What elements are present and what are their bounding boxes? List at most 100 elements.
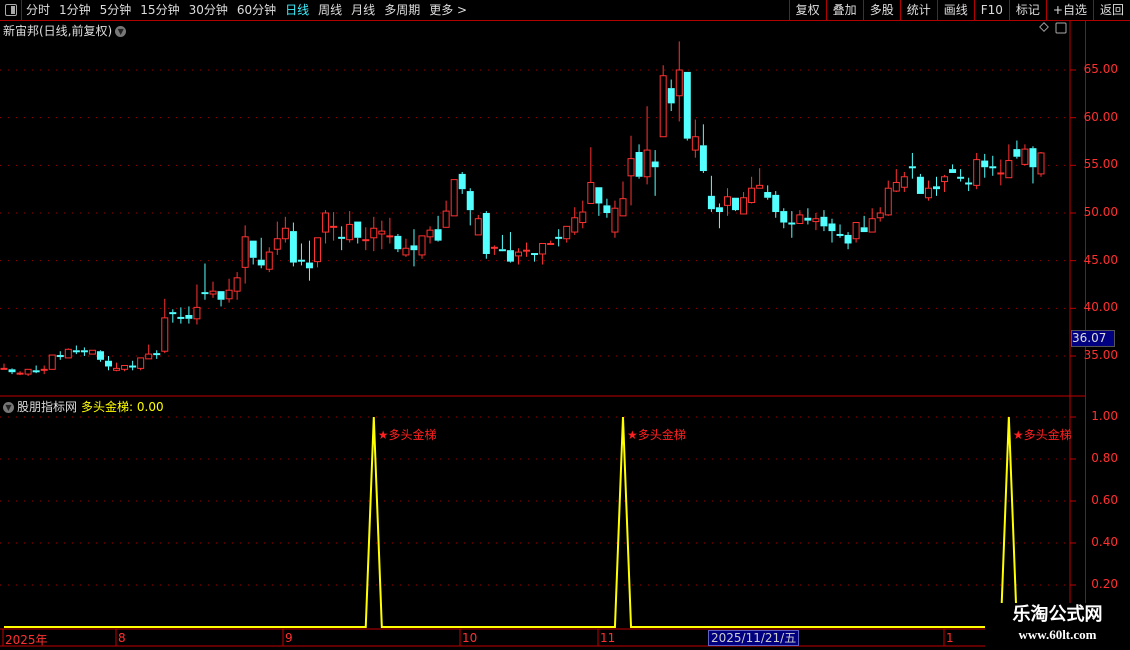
watermark-title: 乐淘公式网 bbox=[1012, 604, 1103, 625]
candle-up bbox=[579, 211, 587, 224]
candle-down bbox=[981, 160, 989, 168]
candle-up bbox=[884, 187, 892, 216]
candle-down bbox=[908, 166, 916, 169]
candle-up bbox=[675, 69, 683, 97]
candle-down bbox=[957, 176, 965, 179]
indicator-tick-label: 0.40 bbox=[1091, 535, 1118, 549]
candle-up bbox=[241, 236, 249, 268]
candle-down bbox=[989, 166, 997, 169]
candle-up bbox=[812, 218, 820, 223]
price-tick-label: 35.00 bbox=[1083, 347, 1118, 362]
candle-up bbox=[370, 227, 378, 239]
candle-up bbox=[233, 277, 241, 292]
indicator-tick-label: 0.20 bbox=[1091, 577, 1118, 591]
date-label: 10 bbox=[462, 631, 478, 645]
date-label: 2025年 bbox=[5, 633, 48, 647]
candle-down bbox=[434, 229, 442, 241]
indicator-tick-label: 0.60 bbox=[1091, 493, 1118, 507]
candle-down bbox=[780, 211, 788, 223]
candle-up bbox=[643, 149, 651, 178]
candle-down bbox=[715, 207, 723, 213]
price-tick-label: 60.00 bbox=[1083, 109, 1118, 124]
candle-up bbox=[273, 238, 281, 250]
candle-up bbox=[450, 179, 458, 217]
candle-down bbox=[707, 195, 715, 210]
candle-up bbox=[691, 136, 699, 151]
candle-down bbox=[8, 369, 16, 373]
candle-down bbox=[860, 227, 868, 233]
candle-up bbox=[1021, 148, 1029, 165]
candle-up bbox=[796, 214, 804, 224]
candle-up bbox=[659, 75, 667, 138]
candle-down bbox=[257, 259, 265, 266]
candle-down bbox=[836, 233, 844, 236]
candle-down bbox=[683, 71, 691, 139]
candle-up bbox=[386, 235, 394, 238]
candle-up bbox=[723, 196, 731, 206]
candle-down bbox=[96, 351, 104, 360]
indicator-source: 股朋指标网 bbox=[17, 400, 78, 414]
candle-up bbox=[587, 181, 595, 204]
candle-up bbox=[474, 218, 482, 236]
candle-down bbox=[498, 249, 506, 252]
candle-up bbox=[330, 225, 338, 228]
candle-down bbox=[699, 145, 707, 172]
candle-up bbox=[113, 367, 121, 371]
price-tick-label: 55.00 bbox=[1083, 157, 1118, 172]
candle-up bbox=[442, 210, 450, 228]
candle-up bbox=[539, 243, 547, 255]
candle-up bbox=[627, 158, 635, 177]
candle-down bbox=[466, 191, 474, 211]
candle-up bbox=[322, 212, 330, 233]
date-label: 11 bbox=[600, 631, 616, 645]
candle-up bbox=[756, 184, 764, 189]
date-label: 8 bbox=[118, 631, 126, 645]
candle-up bbox=[852, 222, 860, 240]
candle-up bbox=[40, 368, 48, 371]
candle-down bbox=[458, 173, 466, 190]
candle-down bbox=[820, 216, 828, 227]
candle-up bbox=[563, 225, 571, 240]
candle-down bbox=[667, 88, 675, 104]
indicator-title: ▼ 股朋指标网 多头金梯: 0.00 bbox=[3, 398, 164, 415]
chevron-down-icon[interactable]: ▼ bbox=[3, 402, 14, 413]
indicator-line bbox=[4, 416, 1041, 628]
candle-down bbox=[217, 291, 225, 300]
candle-up bbox=[490, 246, 498, 249]
candle-down bbox=[410, 245, 418, 251]
candle-up bbox=[924, 187, 932, 199]
candle-up bbox=[571, 217, 579, 233]
candle-up bbox=[362, 239, 370, 242]
candle-down bbox=[732, 197, 740, 211]
candle-up bbox=[88, 349, 96, 355]
signal-label: ★多头金梯 bbox=[1012, 428, 1072, 442]
indicator-tick-label: 0.80 bbox=[1091, 451, 1118, 465]
candle-up bbox=[265, 251, 273, 270]
candle-up bbox=[225, 289, 233, 300]
candle-down bbox=[651, 161, 659, 168]
candle-up bbox=[973, 159, 981, 186]
candle-up bbox=[740, 197, 748, 215]
candle-down bbox=[603, 205, 611, 213]
candle-down bbox=[828, 223, 836, 232]
candle-up bbox=[402, 247, 410, 256]
candle-up bbox=[892, 181, 900, 192]
candle-down bbox=[201, 292, 209, 295]
candle-up bbox=[900, 176, 908, 188]
candle-up bbox=[281, 227, 289, 240]
candle-up bbox=[209, 290, 217, 295]
candle-down bbox=[595, 187, 603, 204]
kline-chart[interactable] bbox=[0, 0, 1130, 650]
candle-down bbox=[804, 217, 812, 221]
candle-up bbox=[145, 353, 153, 360]
candle-up bbox=[48, 354, 56, 370]
candle-up bbox=[346, 223, 354, 241]
candle-down bbox=[949, 169, 957, 173]
candle-down bbox=[249, 240, 257, 258]
candle-down bbox=[80, 350, 88, 353]
candle-up bbox=[514, 251, 522, 257]
candle-up bbox=[64, 348, 72, 359]
candle-down bbox=[56, 355, 64, 358]
candle-down bbox=[394, 235, 402, 250]
candle-up bbox=[619, 198, 627, 217]
